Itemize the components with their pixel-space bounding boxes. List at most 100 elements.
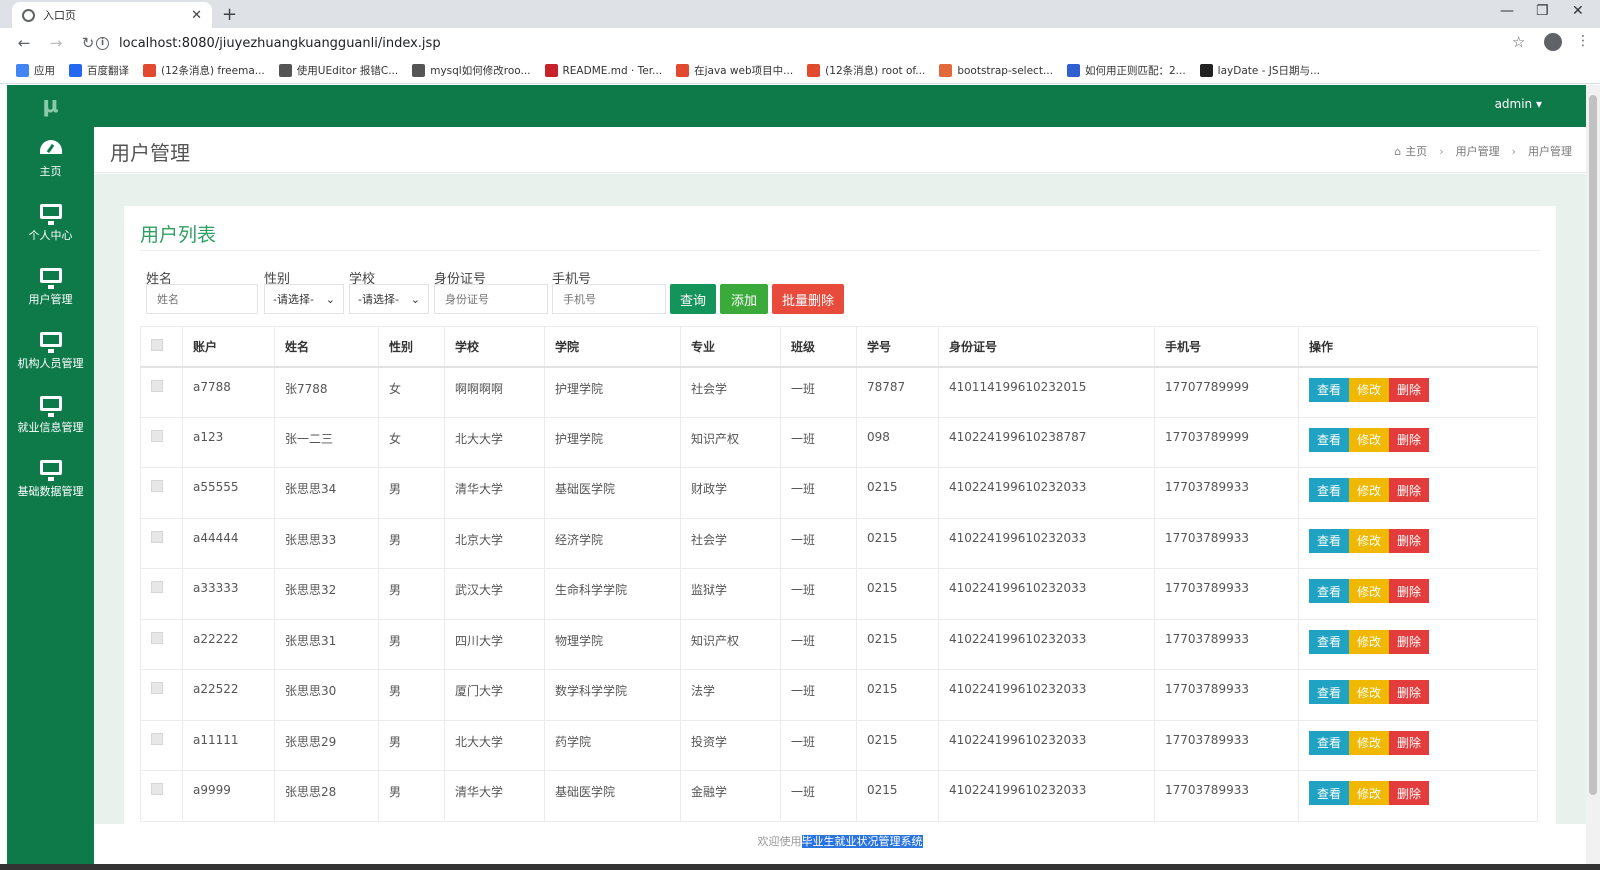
view-button[interactable]: 查看 [1309,781,1349,805]
table-cell: 一班 [780,568,857,620]
sidebar-item[interactable]: 用户管理 [7,255,94,319]
scrollbar[interactable] [1586,85,1600,864]
breadcrumb-current: 用户管理 [1528,145,1572,158]
edit-button[interactable]: 修改 [1349,680,1389,704]
view-button[interactable]: 查看 [1309,680,1349,704]
row-checkbox[interactable] [151,581,163,593]
row-select-cell [140,618,183,670]
breadcrumb-home[interactable]: 主页 [1405,143,1427,159]
sidebar-item[interactable]: 机构人员管理 [7,319,94,383]
edit-button[interactable]: 修改 [1349,377,1389,402]
bookmark-item[interactable]: bootstrap-select... [939,64,1053,77]
bookmark-item[interactable]: 百度翻译 [69,63,129,78]
edit-button[interactable]: 修改 [1349,629,1389,654]
delete-button[interactable]: 删除 [1389,427,1429,452]
add-button[interactable]: 添加 [720,284,768,314]
row-checkbox[interactable] [151,732,163,745]
view-button[interactable]: 查看 [1309,427,1349,452]
edit-button[interactable]: 修改 [1349,528,1389,553]
page-title: 用户管理 [110,141,190,165]
table-cell: 张思思34 [274,467,379,519]
query-button[interactable]: 查询 [670,284,716,314]
footer-system-name: 毕业生就业状况管理系统 [801,835,923,848]
bookmark-item[interactable]: (12条消息) root of... [807,63,925,78]
bookmark-item[interactable]: 在java web项目中... [676,63,793,78]
bookmark-item[interactable]: README.md · Ter... [544,64,662,77]
delete-button[interactable]: 删除 [1389,680,1429,704]
view-button[interactable]: 查看 [1309,629,1349,654]
view-button[interactable]: 查看 [1309,377,1349,402]
name-input[interactable] [146,284,258,314]
minimize-icon[interactable]: — [1500,3,1514,19]
select-all-checkbox[interactable] [151,338,163,351]
delete-button[interactable]: 删除 [1389,579,1429,603]
view-button[interactable]: 查看 [1309,478,1349,502]
row-checkbox[interactable] [151,379,163,392]
view-button[interactable]: 查看 [1309,579,1349,603]
close-icon[interactable]: ✕ [191,8,202,23]
row-checkbox[interactable] [151,530,163,543]
forward-icon[interactable]: → [48,34,64,52]
row-checkbox[interactable] [151,682,163,694]
sidebar-item-label: 机构人员管理 [17,356,84,370]
delete-button[interactable]: 删除 [1389,730,1429,755]
breadcrumb-section[interactable]: 用户管理 [1456,143,1500,159]
edit-button[interactable]: 修改 [1349,478,1389,502]
row-checkbox[interactable] [151,480,163,492]
bookmark-item[interactable]: (12条消息) freema... [143,63,265,78]
sidebar-item[interactable]: 基础数据管理 [7,447,94,511]
table-row: a44444 张思思33 男北京大学 经济学院 社会学 一班 0215 41022419961… [140,517,1538,569]
reload-icon[interactable]: ↻ [80,34,96,52]
browser-tab[interactable]: 入口页 ✕ [12,2,212,28]
footer-prefix: 欢迎使用 [757,835,802,848]
table-cell: 0215 [856,568,939,620]
row-checkbox[interactable] [151,429,163,442]
bookmark-item[interactable]: 应用 [16,63,55,78]
view-button[interactable]: 查看 [1309,730,1349,755]
sidebar-item[interactable]: 个人中心 [7,191,94,255]
delete-button[interactable]: 删除 [1389,781,1429,805]
actions-cell: 查看 修改 删除 [1298,366,1538,418]
table-cell: 410224199610232033 [938,669,1155,721]
restore-icon[interactable]: ❐ [1536,3,1549,19]
bookmark-item[interactable]: 使用UEditor 报错C... [278,63,398,78]
table-cell: 410224199610232033 [938,770,1155,822]
window-close-icon[interactable]: ✕ [1572,3,1584,19]
back-icon[interactable]: ← [16,34,32,52]
url-field[interactable]: i localhost:8080/jiuyezhuangkuangguanli/… [96,31,1516,55]
delete-button[interactable]: 删除 [1389,629,1429,654]
row-checkbox[interactable] [151,631,163,644]
school-select[interactable]: -请选择- ⌄ [349,284,429,314]
delete-button[interactable]: 删除 [1389,528,1429,553]
gender-select[interactable]: -请选择- ⌄ [264,284,344,314]
delete-button[interactable]: 删除 [1389,377,1429,402]
edit-button[interactable]: 修改 [1349,730,1389,755]
table-cell: 护理学院 [544,416,681,468]
id-number-input[interactable] [434,284,548,314]
sidebar-item[interactable]: 主页 [7,127,94,191]
bookmark-item[interactable]: 如何用正则匹配：2... [1066,63,1186,78]
edit-button[interactable]: 修改 [1349,427,1389,452]
batch-delete-button[interactable]: 批量删除 [772,284,844,314]
bookmark-item[interactable]: mysql如何修改roo... [412,63,531,78]
bookmark-favicon-icon [1066,64,1080,77]
table-cell: 张7788 [274,366,379,418]
account-icon[interactable] [1544,33,1562,51]
table-cell: 0215 [856,719,939,771]
bookmark-star-icon[interactable]: ☆ [1512,33,1525,51]
user-menu[interactable]: admin ▾ [1495,97,1542,111]
view-button[interactable]: 查看 [1309,528,1349,553]
table-cell: 一班 [780,416,857,468]
sidebar-item[interactable]: 就业信息管理 [7,383,94,447]
menu-icon[interactable]: ⋮ [1576,33,1590,49]
bookmark-item[interactable]: layDate - JS日期与... [1199,63,1320,78]
table-cell: 监狱学 [680,568,781,620]
edit-button[interactable]: 修改 [1349,579,1389,603]
delete-button[interactable]: 删除 [1389,478,1429,502]
row-checkbox[interactable] [151,783,163,795]
edit-button[interactable]: 修改 [1349,781,1389,805]
info-icon[interactable]: i [96,36,109,50]
scrollbar-thumb[interactable] [1589,95,1597,795]
new-tab-button[interactable]: + [222,4,237,25]
phone-input[interactable] [552,284,666,314]
